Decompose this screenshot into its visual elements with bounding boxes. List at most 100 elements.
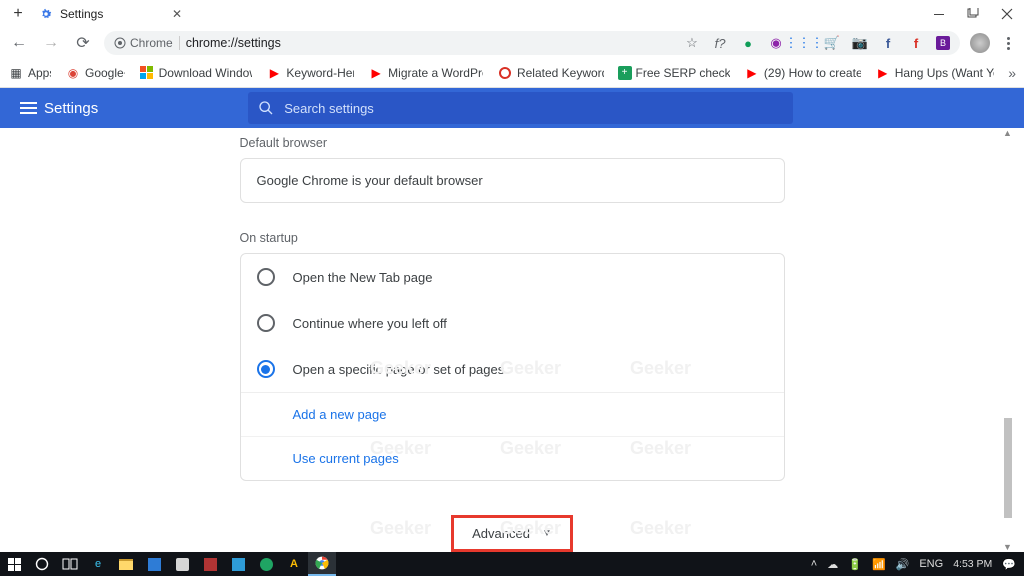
on-startup-card: Open the New Tab page Continue where you… — [240, 253, 785, 481]
settings-app-bar: Settings — [0, 88, 1024, 128]
bookmark-item[interactable]: ▶Keyword-Hero — [266, 65, 354, 81]
volume-icon[interactable]: 🔊 — [896, 558, 910, 571]
taskbar-app[interactable] — [252, 552, 280, 576]
start-button[interactable] — [0, 552, 28, 576]
default-browser-card: Google Chrome is your default browser — [240, 158, 785, 203]
hamburger-menu-button[interactable] — [12, 107, 44, 109]
tab-close-button[interactable]: ✕ — [168, 7, 186, 21]
bookmark-label: (29) How to create a — [764, 66, 861, 80]
settings-heading: Settings — [44, 100, 98, 117]
favicon-icon: ◉ — [65, 65, 81, 81]
taskbar-app-explorer[interactable] — [112, 552, 140, 576]
site-info-icon[interactable]: Chrome — [114, 36, 180, 50]
back-button[interactable]: ← — [8, 34, 30, 52]
bookmark-apps[interactable]: ▦Apps — [8, 65, 51, 81]
apps-icon: ▦ — [8, 65, 24, 81]
bookmark-item[interactable]: ▶ (29) How to create a — [744, 65, 861, 81]
camera-icon[interactable]: 📷 — [852, 35, 868, 51]
extension-icon[interactable]: B — [936, 36, 950, 50]
chevron-down-icon: ▼ — [542, 528, 552, 539]
taskbar-app[interactable] — [196, 552, 224, 576]
section-heading-default-browser: Default browser — [240, 136, 785, 150]
bookmark-label: Keyword-Hero — [286, 66, 354, 80]
advanced-toggle-button[interactable]: Advanced ▼ — [451, 515, 573, 552]
minimize-button[interactable] — [922, 0, 956, 28]
action-center-icon[interactable]: 💬 — [1002, 558, 1016, 571]
settings-content: Geeker Geeker Geeker Geeker Geeker Geeke… — [0, 128, 1024, 552]
startup-option-continue[interactable]: Continue where you left off — [241, 300, 784, 346]
startup-option-new-tab[interactable]: Open the New Tab page — [241, 254, 784, 300]
default-browser-text: Google Chrome is your default browser — [257, 173, 483, 188]
extension-icon[interactable]: f — [880, 35, 896, 51]
tray-overflow-icon[interactable]: ˄ — [811, 558, 817, 570]
bookmark-item[interactable]: ▶Migrate a WordPres — [368, 65, 483, 81]
bookmark-star-icon[interactable]: ☆ — [684, 35, 700, 51]
settings-search-input[interactable] — [284, 101, 783, 116]
radio-icon — [257, 314, 275, 332]
taskbar-app[interactable]: A — [280, 552, 308, 576]
wifi-icon[interactable]: 📶 — [872, 558, 886, 571]
maximize-button[interactable] — [956, 0, 990, 28]
bookmarks-bar: ▦Apps ◉Google+ Download Windows ▶Keyword… — [0, 58, 1024, 88]
site-label: Chrome — [130, 36, 173, 50]
section-heading-on-startup: On startup — [240, 231, 785, 245]
task-view-button[interactable] — [56, 552, 84, 576]
bookmarks-overflow-button[interactable]: » — [1008, 65, 1016, 81]
page-scrollbar[interactable]: ▲ ▼ — [1004, 128, 1012, 552]
browser-tab[interactable]: Settings ✕ — [34, 2, 194, 26]
option-label: Continue where you left off — [293, 316, 447, 331]
bookmark-item[interactable]: ◉ Google+ — [65, 65, 125, 81]
bookmark-label: Hang Ups (Want You — [895, 66, 994, 80]
language-indicator[interactable]: ENG — [919, 558, 943, 570]
taskbar-app[interactable] — [168, 552, 196, 576]
battery-icon[interactable]: 🔋 — [848, 558, 862, 571]
startup-option-specific-pages[interactable]: Open a specific page or set of pages — [241, 346, 784, 392]
bookmark-label: Related Keywords — [517, 66, 604, 80]
taskbar-app-store[interactable] — [140, 552, 168, 576]
settings-search[interactable] — [248, 92, 793, 124]
reload-button[interactable]: ⟳ — [72, 33, 94, 53]
bookmark-label: Download Windows — [159, 66, 253, 80]
bookmark-item[interactable]: ▶ Hang Ups (Want You — [875, 65, 994, 81]
profile-avatar[interactable] — [970, 33, 990, 53]
url-text: chrome://settings — [186, 36, 281, 50]
favicon-icon — [139, 65, 155, 81]
option-label: Open the New Tab page — [293, 270, 433, 285]
bookmark-item[interactable]: Download Windows — [139, 65, 253, 81]
extension-icon[interactable]: f — [908, 35, 924, 51]
extension-icon[interactable]: 🛒 — [824, 35, 840, 51]
cortana-button[interactable] — [28, 552, 56, 576]
taskbar-app-edge[interactable]: e — [84, 552, 112, 576]
settings-gear-icon — [38, 6, 54, 22]
scroll-down-icon[interactable]: ▼ — [1003, 542, 1012, 552]
use-current-pages-link[interactable]: Use current pages — [241, 436, 784, 480]
bookmark-item[interactable]: +Free SERP checker — [618, 66, 730, 80]
option-label: Open a specific page or set of pages — [293, 362, 505, 377]
bookmark-label: Google+ — [85, 66, 125, 80]
onedrive-icon[interactable]: ☁ — [827, 558, 838, 571]
window-controls — [922, 0, 1024, 28]
taskbar-app-chrome[interactable] — [308, 552, 336, 576]
close-button[interactable] — [990, 0, 1024, 28]
favicon-icon — [497, 65, 513, 81]
address-bar[interactable]: Chrome chrome://settings ☆ f? ● ◉ ⋮⋮⋮ 🛒 … — [104, 31, 960, 55]
taskbar-app[interactable] — [224, 552, 252, 576]
bookmark-item[interactable]: Related Keywords — [497, 65, 604, 81]
extension-icon[interactable]: ⋮⋮⋮ — [796, 35, 812, 51]
extension-icon[interactable]: ◉ — [768, 35, 784, 51]
youtube-icon: ▶ — [875, 65, 891, 81]
extension-icon[interactable]: f? — [712, 35, 728, 51]
bookmark-label: Migrate a WordPres — [388, 66, 483, 80]
new-tab-button[interactable]: + — [8, 5, 28, 23]
radio-icon — [257, 360, 275, 378]
scroll-thumb[interactable] — [1004, 418, 1012, 518]
browser-toolbar: ← → ⟳ Chrome chrome://settings ☆ f? ● ◉ … — [0, 28, 1024, 58]
search-icon — [258, 100, 274, 116]
bookmark-label: Free SERP checker — [636, 66, 730, 80]
chrome-menu-button[interactable] — [1000, 37, 1016, 50]
clock[interactable]: 4:53 PM — [953, 559, 992, 570]
scroll-up-icon[interactable]: ▲ — [1003, 128, 1012, 138]
add-new-page-link[interactable]: Add a new page — [241, 393, 784, 436]
extension-icon[interactable]: ● — [740, 35, 756, 51]
youtube-icon: ▶ — [744, 65, 760, 81]
